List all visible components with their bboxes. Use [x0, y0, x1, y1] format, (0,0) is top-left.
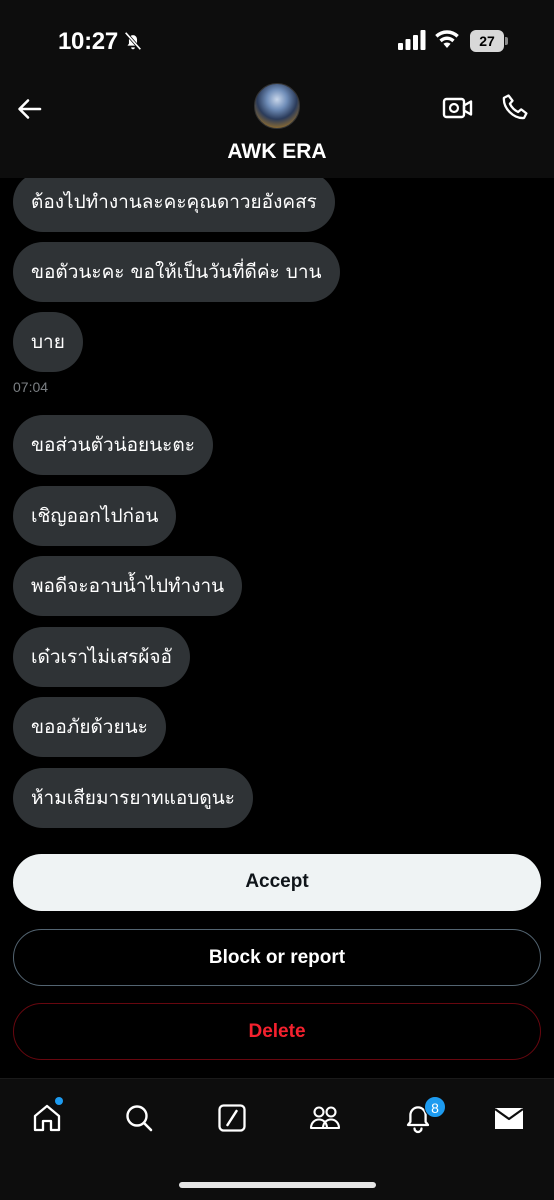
message-bubble[interactable]: พอดีจะอาบน้ำไปทำงาน	[13, 556, 243, 616]
phone-call-icon[interactable]	[500, 92, 530, 122]
message-bubble[interactable]: ขอส่วนตัวน่อยนะตะ	[13, 415, 213, 475]
bell-off-icon	[124, 31, 142, 51]
message-bubble[interactable]: ขอตัวนะคะ ขอให้เป็นวันที่ดีค่ะ บาน	[13, 242, 340, 302]
back-arrow-icon[interactable]	[14, 94, 44, 124]
wifi-icon	[435, 30, 459, 48]
cellular-signal-icon	[398, 30, 426, 50]
message-bubble[interactable]: บาย	[13, 312, 83, 372]
grok-icon[interactable]	[215, 1101, 249, 1135]
message-list: ต้องไปทำงานละคะคุณดาวยอังคสร ขอตัวนะคะ ข…	[0, 178, 554, 832]
communities-icon[interactable]	[308, 1101, 342, 1135]
message-bubble[interactable]: ต้องไปทำงานละคะคุณดาวยอังคสร	[13, 178, 335, 232]
avatar[interactable]	[254, 83, 300, 129]
status-bar: 10:27 27	[0, 0, 554, 80]
chat-name[interactable]: AWK ERA	[0, 140, 554, 164]
video-call-icon[interactable]	[442, 94, 474, 122]
notification-count-badge: 8	[424, 1096, 446, 1118]
home-icon[interactable]	[30, 1101, 64, 1135]
battery-level: 27	[470, 30, 504, 52]
battery-icon: 27	[470, 30, 508, 52]
chat-header: AWK ERA	[0, 80, 554, 178]
message-bubble[interactable]: เชิญออกไปก่อน	[13, 486, 177, 546]
message-bubble[interactable]: ห้ามเสียมารยาทแอบดูนะ	[13, 768, 253, 828]
home-unread-dot	[55, 1097, 63, 1105]
delete-button[interactable]: Delete	[13, 1003, 541, 1060]
status-time: 10:27	[58, 28, 118, 55]
block-report-button[interactable]: Block or report	[13, 929, 541, 986]
home-indicator[interactable]	[179, 1182, 376, 1188]
message-bubble[interactable]: ขออภัยด้วยนะ	[13, 697, 166, 757]
message-bubble[interactable]: เด๋วเราไม่เสรผ้จอั	[13, 627, 190, 687]
messages-icon[interactable]	[492, 1101, 526, 1135]
message-timestamp: 07:04	[13, 379, 49, 395]
accept-button[interactable]: Accept	[13, 854, 541, 911]
search-icon[interactable]	[122, 1101, 156, 1135]
